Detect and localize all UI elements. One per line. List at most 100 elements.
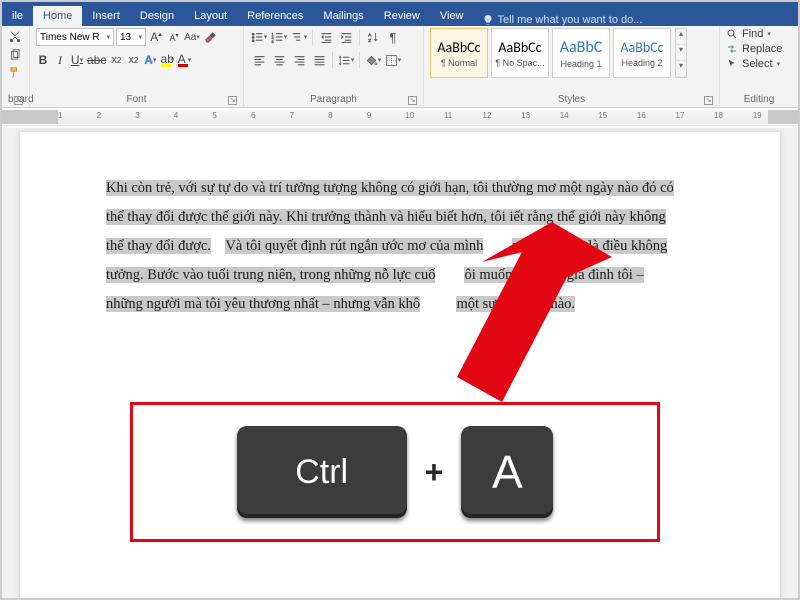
ruler-tick: 14: [560, 111, 569, 120]
bullets-button[interactable]: ▾: [250, 28, 268, 46]
justify-button[interactable]: [310, 51, 328, 69]
borders-button[interactable]: ▾: [384, 51, 402, 69]
decrease-indent-button[interactable]: [317, 28, 335, 46]
group-label-font: Font↘: [36, 93, 237, 107]
shading-button[interactable]: ▾: [364, 51, 382, 69]
styles-gallery-scroll[interactable]: ▴ ▾ ▾: [675, 28, 687, 78]
ruler-tick: 19: [753, 111, 762, 120]
svg-text:A: A: [368, 32, 372, 38]
change-case-button[interactable]: Aa▾: [184, 28, 200, 46]
search-icon: [726, 28, 738, 40]
line-spacing-button[interactable]: ▾: [337, 51, 355, 69]
align-left-button[interactable]: [250, 51, 268, 69]
font-size-combo[interactable]: 13▾: [116, 28, 146, 46]
ruler-tick: 1: [58, 111, 62, 120]
ruler-tick: 16: [637, 111, 646, 120]
bullets-icon: [251, 31, 264, 44]
copy-icon[interactable]: [8, 48, 22, 62]
style-normal[interactable]: AaBbCc ¶ Normal: [430, 28, 488, 78]
numbering-button[interactable]: 123▾: [270, 28, 288, 46]
group-paragraph: ▾ 123▾ ▾ AZ ¶ ▾ ▾ ▾ Para: [244, 26, 424, 107]
font-color-button[interactable]: A▾: [177, 51, 191, 69]
shortcut-illustration: Ctrl + A: [130, 402, 660, 542]
style-no-spacing[interactable]: AaBbCc ¶ No Spac...: [491, 28, 549, 78]
multilevel-icon: [291, 31, 304, 44]
highlight-button[interactable]: ab▾: [160, 51, 174, 69]
align-center-icon: [273, 54, 286, 67]
strikethrough-button[interactable]: abc: [87, 51, 106, 69]
bold-button[interactable]: B: [36, 51, 50, 69]
style-heading1[interactable]: AaBbC Heading 1: [552, 28, 610, 78]
style-heading2[interactable]: AaBbCc Heading 2: [613, 28, 671, 78]
select-button[interactable]: Select▾: [726, 58, 792, 70]
italic-button[interactable]: I: [53, 51, 67, 69]
format-painter-icon[interactable]: [8, 66, 22, 80]
chevron-down-icon: ▾: [138, 33, 142, 41]
sort-button[interactable]: AZ: [364, 28, 382, 46]
dialog-launcher-icon[interactable]: ↘: [14, 96, 23, 105]
line-spacing-icon: [338, 54, 351, 67]
ruler-tick: 9: [367, 111, 371, 120]
ruler-tick: 3: [135, 111, 139, 120]
chevron-down-icon[interactable]: ▾: [676, 45, 686, 61]
text-effects-button[interactable]: A▾: [143, 51, 157, 69]
tab-view[interactable]: View: [430, 6, 474, 26]
group-clipboard: board↘: [2, 26, 30, 107]
tab-layout[interactable]: Layout: [184, 6, 237, 26]
key-a: A: [461, 426, 553, 518]
increase-indent-button[interactable]: [337, 28, 355, 46]
selected-text-line: những người mà tôi yêu thương nhất – như…: [106, 296, 420, 312]
tab-references[interactable]: References: [237, 6, 313, 26]
chevron-down-icon: ▾: [106, 33, 110, 41]
ruler-tick: 13: [521, 111, 530, 120]
ruler-tick: 7: [290, 111, 294, 120]
dialog-launcher-icon[interactable]: ↘: [228, 96, 237, 105]
grow-font-button[interactable]: A▴: [148, 28, 164, 46]
multilevel-list-button[interactable]: ▾: [290, 28, 308, 46]
ruler-tick: 15: [598, 111, 607, 120]
ruler-tick: 11: [444, 111, 452, 120]
selected-text-line: Khi còn trẻ, với sự tự do và trí tưởng t…: [106, 180, 674, 196]
tab-mailings[interactable]: Mailings: [313, 6, 373, 26]
horizontal-ruler[interactable]: 12345678910111213141516171819: [2, 108, 798, 126]
tab-home[interactable]: Home: [33, 6, 82, 26]
selected-text-line: tưởng. Bước vào tuổi trung niên, trong n…: [106, 267, 435, 283]
ruler-tick: 5: [212, 111, 216, 120]
tab-design[interactable]: Design: [130, 6, 184, 26]
dialog-launcher-icon[interactable]: ↘: [408, 96, 417, 105]
clear-formatting-button[interactable]: [202, 28, 218, 46]
tell-me-placeholder: Tell me what you want to do...: [498, 14, 643, 26]
ruler-tick: 12: [483, 111, 492, 120]
group-label-editing: Editing: [726, 93, 792, 107]
tab-review[interactable]: Review: [374, 6, 430, 26]
dialog-launcher-icon[interactable]: ↘: [704, 96, 713, 105]
more-styles-icon[interactable]: ▾: [676, 61, 686, 77]
ruler-tick: 8: [328, 111, 332, 120]
show-marks-button[interactable]: ¶: [384, 28, 402, 46]
svg-text:Z: Z: [368, 37, 371, 43]
lightbulb-icon: [482, 14, 494, 26]
key-ctrl: Ctrl: [237, 426, 407, 518]
ruler-tick: 6: [251, 111, 255, 120]
subscript-button[interactable]: x2: [109, 51, 123, 69]
align-center-button[interactable]: [270, 51, 288, 69]
font-name-combo[interactable]: Times New R▾: [36, 28, 114, 46]
numbering-icon: 123: [271, 31, 284, 44]
superscript-button[interactable]: x2: [126, 51, 140, 69]
cursor-icon: [726, 58, 738, 70]
svg-text:3: 3: [271, 39, 273, 43]
tab-file[interactable]: ile: [2, 6, 33, 26]
underline-button[interactable]: U▾: [70, 51, 84, 69]
cut-icon[interactable]: [8, 30, 22, 44]
shrink-font-button[interactable]: A▾: [166, 28, 182, 46]
replace-button[interactable]: Replace: [726, 43, 792, 55]
find-button[interactable]: Find▾: [726, 28, 792, 40]
align-right-button[interactable]: [290, 51, 308, 69]
ribbon: board↘ Times New R▾ 13▾ A▴ A▾ Aa▾ B I U▾…: [2, 26, 798, 108]
tab-insert[interactable]: Insert: [82, 6, 130, 26]
chevron-up-icon[interactable]: ▴: [676, 29, 686, 45]
tell-me-search[interactable]: Tell me what you want to do...: [474, 14, 651, 26]
document-text[interactable]: Khi còn trẻ, với sự tự do và trí tưởng t…: [106, 174, 716, 319]
group-font: Times New R▾ 13▾ A▴ A▾ Aa▾ B I U▾ abc x2…: [30, 26, 244, 107]
chevron-down-icon: ▾: [777, 60, 781, 68]
